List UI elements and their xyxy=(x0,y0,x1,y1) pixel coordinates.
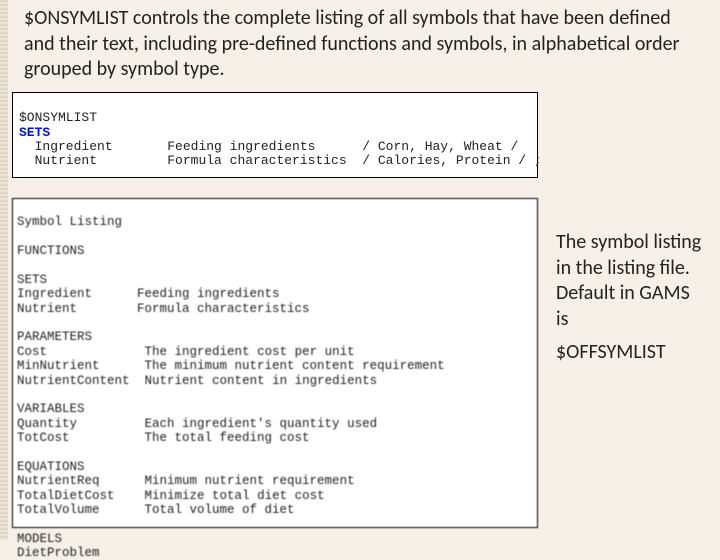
section-header: FUNCTIONS xyxy=(17,244,85,258)
slide-left-stripe xyxy=(0,0,8,540)
code-line: $ONSYMLIST xyxy=(19,110,97,125)
listing-row: NutrientReq Minimum nutrient requirement xyxy=(17,474,355,488)
side-note-keyword: $OFFSYMLIST xyxy=(556,340,706,366)
listing-row: TotalVolume Total volume of diet xyxy=(17,503,295,517)
listing-row: Quantity Each ingredient's quantity used xyxy=(17,417,377,431)
side-note: The symbol listing in the listing file. … xyxy=(556,230,706,366)
listing-row: Cost The ingredient cost per unit xyxy=(17,345,355,359)
code-keyword-sets: SETS xyxy=(19,125,50,140)
section-header: MODELS xyxy=(17,532,62,546)
listing-row: TotalDietCost Minimize total diet cost xyxy=(17,489,325,503)
intro-paragraph: $ONSYMLIST controls the complete listing… xyxy=(24,6,684,83)
code-line: Ingredient Feeding ingredients / Corn, H… xyxy=(19,139,518,154)
symbol-listing-box: Symbol Listing FUNCTIONS SETS Ingredient… xyxy=(12,198,538,528)
section-header: EQUATIONS xyxy=(17,460,85,474)
listing-row: NutrientContent Nutrient content in ingr… xyxy=(17,374,377,388)
code-line: Nutrient Formula characteristics / Calor… xyxy=(19,153,542,168)
listing-title: Symbol Listing xyxy=(17,215,122,229)
listing-row: Ingredient Feeding ingredients xyxy=(17,287,280,301)
intro-keyword: $ONSYMLIST xyxy=(24,6,128,30)
side-note-body: The symbol listing in the listing file. … xyxy=(556,230,706,332)
listing-row: TotCost The total feeding cost xyxy=(17,431,310,445)
section-header: VARIABLES xyxy=(17,402,85,416)
source-code-box: $ONSYMLIST SETS Ingredient Feeding ingre… xyxy=(12,92,538,178)
section-header: PARAMETERS xyxy=(17,330,92,344)
listing-row: MinNutrient The minimum nutrient content… xyxy=(17,359,445,373)
listing-row: Nutrient Formula characteristics xyxy=(17,302,310,316)
section-header: SETS xyxy=(17,273,47,287)
listing-row: DietProblem xyxy=(17,546,100,560)
